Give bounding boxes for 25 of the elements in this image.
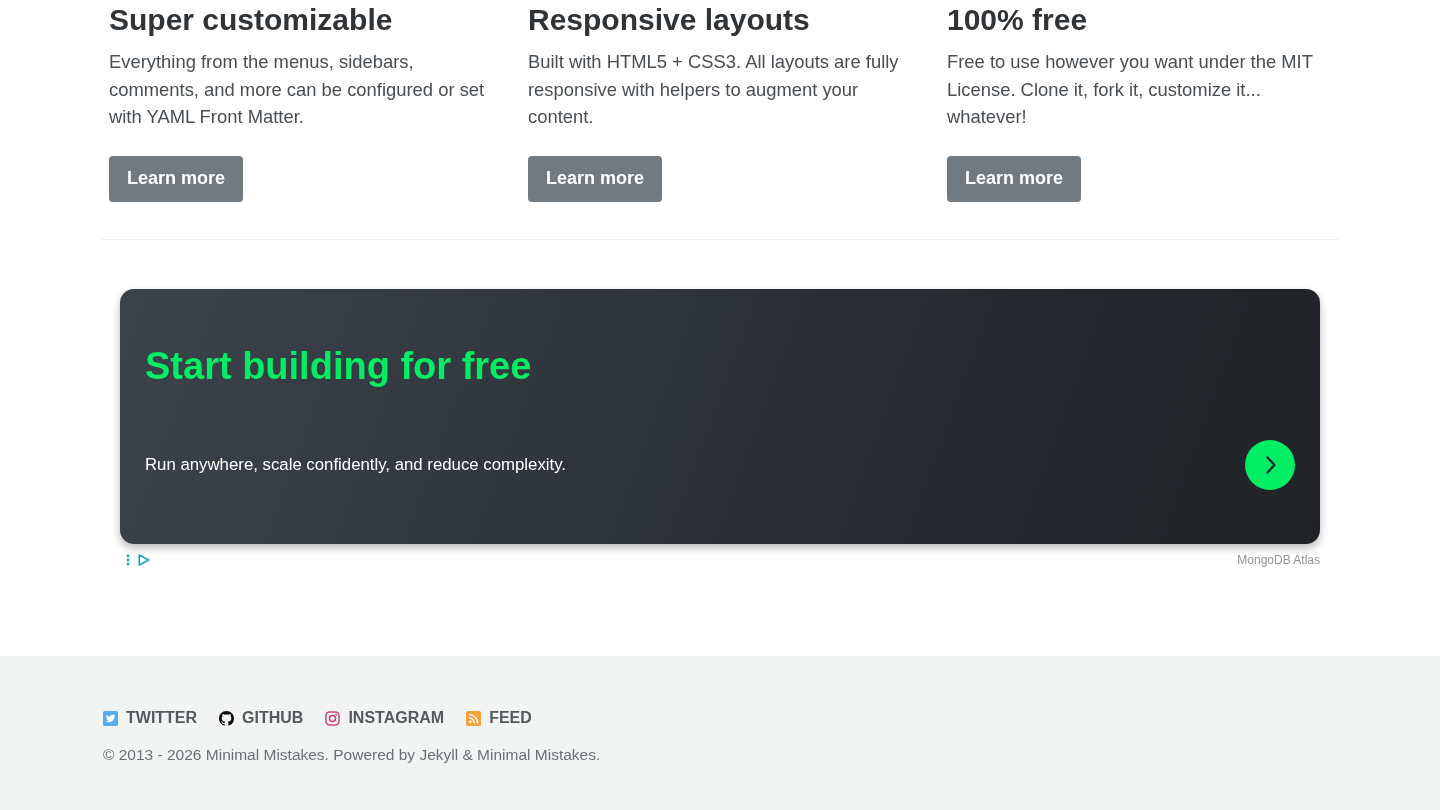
ad-headline: Start building for free: [145, 343, 532, 389]
rss-icon: [466, 710, 482, 726]
cat-icon: [219, 710, 235, 726]
feature-heading: Super customizable: [109, 2, 393, 38]
feature-heading: 100% free: [947, 2, 1088, 38]
ad-tagline: Run anywhere, scale confidently, and reduce complexity.: [145, 453, 566, 476]
learn-more-button[interactable]: Learn more: [109, 155, 244, 202]
camera-icon: [325, 710, 341, 726]
feature-description: Everything from the menus, sidebars, comments, and more can be configured or set with YAML Front Matter.: [109, 50, 486, 129]
sponsor-label: MongoDB Atlas: [1237, 551, 1320, 568]
vertical-dots-icon[interactable]: [126, 553, 130, 566]
feature-description: Free to use however you want under the MIT License. Clone it, fork it, customize it... whatever!: [947, 50, 1314, 129]
chevron-right-icon: [1266, 455, 1276, 474]
social-link[interactable]: TWITTER: [103, 707, 198, 729]
bird-icon: [103, 710, 118, 726]
feature-heading: Responsive layouts: [528, 2, 810, 38]
social-link[interactable]: FEED: [466, 707, 532, 729]
next-button[interactable]: [1245, 439, 1295, 490]
social-link[interactable]: INSTAGRAM: [325, 707, 445, 729]
learn-more-button[interactable]: Learn more: [947, 155, 1082, 202]
play-triangle-icon[interactable]: [138, 553, 150, 566]
learn-more-button[interactable]: Learn more: [528, 155, 663, 202]
copyright-text: © 2013 - 2026 Minimal Mistakes. Powered by Jekyll & Minimal Mistakes.: [103, 745, 602, 765]
feature-description: Built with HTML5 + CSS3. All layouts are fully responsive with helpers to augment your content.: [528, 50, 900, 129]
social-link[interactable]: GITHUB: [219, 707, 304, 729]
